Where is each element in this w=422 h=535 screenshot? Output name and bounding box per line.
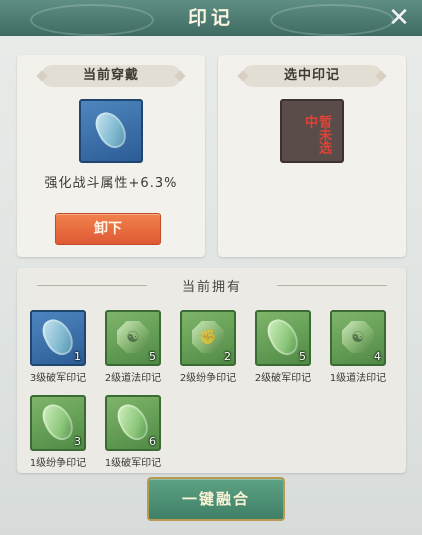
current-worn-header: 当前穿戴 <box>41 65 181 87</box>
owned-item-slot[interactable]: 5 <box>255 310 311 366</box>
jade-stone-icon <box>91 107 131 153</box>
jade-stone-icon <box>38 314 78 360</box>
owned-item-label: 2级道法印记 <box>104 373 162 384</box>
merge-all-button[interactable]: 一键融合 <box>147 477 285 521</box>
unequip-button[interactable]: 卸下 <box>55 213 161 245</box>
owned-item-slot[interactable]: ☯ 5 <box>105 310 161 366</box>
item-count: 6 <box>149 435 156 448</box>
owned-item-slot[interactable]: ☯ 4 <box>330 310 386 366</box>
taiji-seal-icon: ☯ <box>342 321 374 353</box>
fist-seal-icon: ✊ <box>192 321 224 353</box>
jade-stone-icon <box>263 314 303 360</box>
owned-item-slot[interactable]: 1 <box>30 310 86 366</box>
owned-item-label: 3级破军印记 <box>29 373 87 384</box>
owned-item-label: 1级破军印记 <box>104 458 162 469</box>
owned-header: 当前拥有 <box>181 280 242 295</box>
jade-stone-icon <box>113 399 153 445</box>
item-count: 5 <box>299 350 306 363</box>
item-count: 2 <box>224 350 231 363</box>
worn-attribute-text: 强化战斗属性+6.3% <box>44 176 178 191</box>
window-title: 印记 <box>187 7 234 29</box>
divider-right <box>277 285 387 286</box>
unselected-placeholder: 暂未选中 <box>302 115 331 154</box>
owned-panel: 当前拥有 1 3级破军印记 ☯ 5 2级道法印记 ✊ 2 2级纷争印记 5 2级破军印记 ☯ 4 1级道… <box>17 268 406 473</box>
current-worn-panel: 当前穿戴 强化战斗属性+6.3% 卸下 <box>17 55 205 257</box>
owned-item-label: 1级纷争印记 <box>29 458 87 469</box>
owned-item-label: 1级道法印记 <box>329 373 387 384</box>
item-count: 5 <box>149 350 156 363</box>
owned-item-slot[interactable]: 3 <box>30 395 86 451</box>
item-count: 1 <box>74 350 81 363</box>
jade-stone-icon <box>38 399 78 445</box>
taiji-seal-icon: ☯ <box>117 321 149 353</box>
selected-mark-slot: 暂未选中 <box>280 99 344 163</box>
selected-mark-header: 选中印记 <box>242 65 382 87</box>
item-count: 3 <box>74 435 81 448</box>
owned-item-slot[interactable]: 6 <box>105 395 161 451</box>
selected-mark-panel: 选中印记 暂未选中 <box>218 55 406 257</box>
owned-item-label: 2级破军印记 <box>254 373 312 384</box>
owned-item-label: 2级纷争印记 <box>179 373 237 384</box>
owned-item-slot[interactable]: ✊ 2 <box>180 310 236 366</box>
divider-left <box>37 285 147 286</box>
worn-mark-slot[interactable] <box>79 99 143 163</box>
item-count: 4 <box>374 350 381 363</box>
close-icon[interactable]: ✕ <box>384 3 414 33</box>
